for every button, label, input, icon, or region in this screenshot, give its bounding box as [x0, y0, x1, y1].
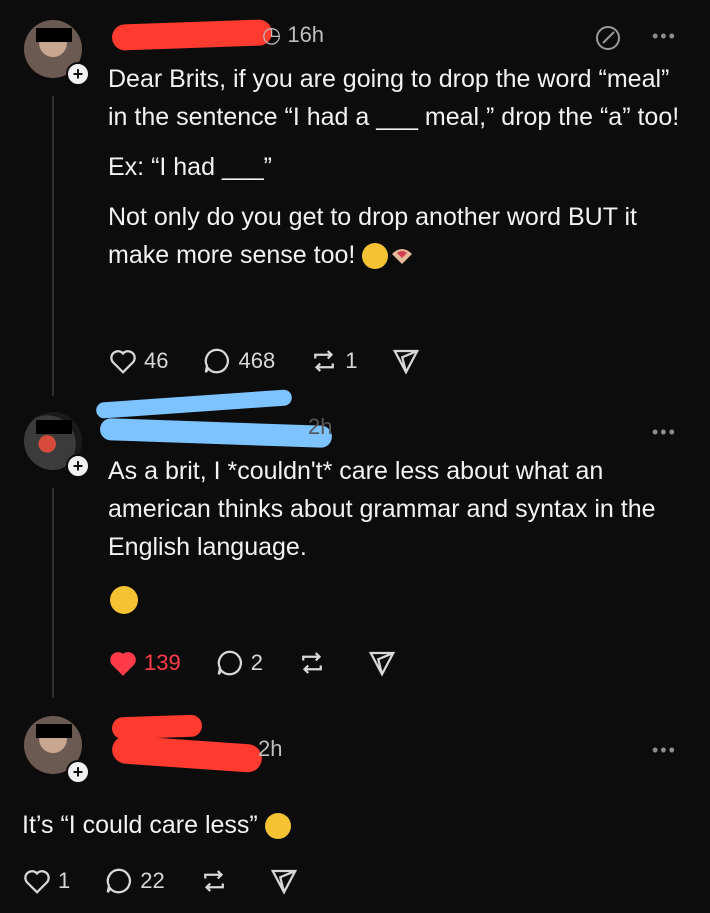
reply-count: 468: [238, 348, 276, 373]
like-count: 1: [58, 868, 71, 893]
censor-bar: [36, 420, 72, 434]
post-body: Dear Brits, if you are going to drop the…: [108, 60, 688, 274]
repost-button[interactable]: [199, 866, 235, 896]
reply-count: 2: [250, 650, 263, 675]
like-count: 46: [144, 348, 169, 373]
share-button[interactable]: [367, 648, 403, 678]
follow-plus-icon[interactable]: +: [66, 454, 90, 478]
share-icon: [393, 349, 420, 375]
repost-icon: [314, 350, 335, 372]
post-actions: 139 2: [108, 648, 437, 678]
more-options-icon[interactable]: •••: [652, 740, 677, 761]
post-time: 2h: [258, 736, 283, 761]
reply-button[interactable]: 468: [202, 346, 275, 376]
share-icon: [270, 869, 297, 895]
thread-line: [52, 96, 54, 396]
share-button[interactable]: [391, 346, 427, 376]
grin-emoji-icon: [362, 243, 389, 270]
post-actions: 1 22: [22, 866, 339, 896]
follow-plus-icon[interactable]: +: [66, 62, 90, 86]
repost-button[interactable]: [297, 648, 333, 678]
like-button[interactable]: 1: [22, 866, 70, 896]
heart-outline-icon: [24, 870, 50, 894]
post-paragraph: Ex: “I had ___”: [108, 153, 272, 181]
heart-filled-icon: [110, 652, 136, 676]
post-body: As a brit, I *couldn't* care less about …: [108, 452, 688, 566]
follow-plus-icon[interactable]: +: [66, 760, 90, 784]
repost-button[interactable]: 1: [309, 346, 357, 376]
like-button[interactable]: 46: [108, 346, 168, 376]
comment-icon: [217, 650, 242, 676]
repost-icon: [302, 652, 322, 674]
like-button[interactable]: 139: [108, 648, 181, 678]
post-paragraph: Not only do you get to drop another word…: [108, 203, 638, 270]
repost-icon: [203, 870, 224, 892]
heart-outline-icon: [110, 350, 136, 374]
heart-hands-emoji-icon: [392, 249, 413, 265]
comment-icon: [106, 868, 132, 894]
like-count: 139: [144, 650, 181, 675]
censor-bar: [36, 724, 72, 738]
repost-count: 1: [345, 348, 358, 373]
post-paragraph: It’s “I could care less”: [22, 811, 258, 839]
censor-bar: [36, 28, 72, 42]
thread-line: [52, 488, 54, 698]
comment-icon: [205, 348, 230, 374]
more-options-icon[interactable]: •••: [652, 26, 677, 47]
share-icon: [368, 651, 396, 677]
edit-icon[interactable]: [594, 24, 622, 52]
post-actions: 46 468 1: [108, 346, 461, 376]
post-paragraph: As a brit, I *couldn't* care less about …: [108, 457, 656, 561]
more-options-icon[interactable]: •••: [652, 422, 677, 443]
redacted-username: [95, 389, 293, 419]
redacted-username: [111, 19, 273, 51]
redacted-username: [99, 417, 333, 449]
reply-count: 22: [140, 868, 165, 893]
post-time: ◷ 16h: [262, 22, 325, 47]
share-button[interactable]: [269, 866, 305, 896]
reply-button[interactable]: 2: [215, 648, 263, 678]
wink-emoji-icon: [110, 586, 138, 614]
post-time: 2h: [308, 414, 333, 439]
redacted-username: [111, 734, 263, 774]
post-paragraph: Dear Brits, if you are going to drop the…: [108, 65, 680, 131]
reply-button[interactable]: 22: [104, 866, 165, 896]
post-body: It’s “I could care less”: [22, 806, 622, 844]
grin-emoji-icon: [264, 813, 291, 840]
clock-icon: ◷: [262, 22, 282, 47]
